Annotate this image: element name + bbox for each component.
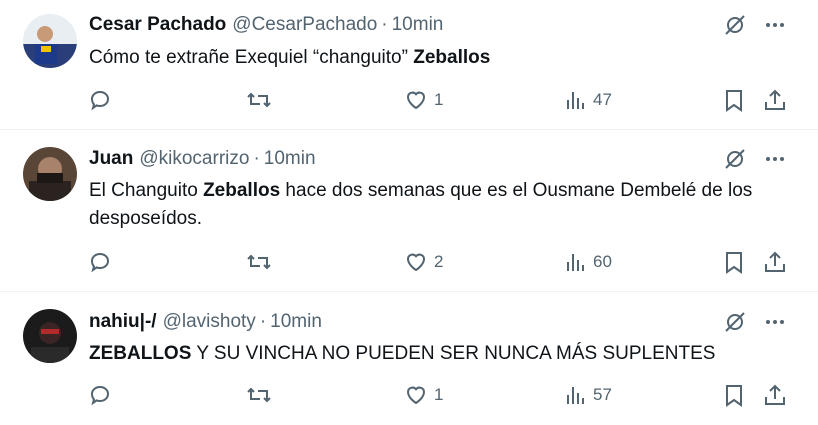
tweet[interactable]: nahiu|-/ @lavishoty · 10min ZEBALLOS Y SU V… xyxy=(0,292,818,425)
views-button[interactable]: 60 xyxy=(565,250,612,274)
retweet-icon xyxy=(247,92,271,108)
reply-icon xyxy=(90,90,110,111)
more-icon[interactable] xyxy=(762,146,788,172)
share-button[interactable] xyxy=(763,88,787,112)
share-icon xyxy=(765,384,785,405)
bookmark-icon xyxy=(726,385,742,407)
tweet-text: Cómo te extrañe Exequiel “changuito” Zeb… xyxy=(89,47,491,68)
views-button[interactable]: 47 xyxy=(565,88,612,112)
author-name[interactable]: Juan xyxy=(89,148,133,169)
bold-mention: Zeballos xyxy=(203,180,281,201)
bold-mention: ZEBALLOS xyxy=(89,343,192,364)
bookmark-button[interactable] xyxy=(723,383,745,407)
retweet-button[interactable] xyxy=(246,250,272,274)
views-icon xyxy=(567,387,584,404)
like-count: 1 xyxy=(434,90,444,109)
tweet-header: Juan @kikocarrizo · 10min xyxy=(89,147,316,171)
tweet-top-icons xyxy=(722,146,788,172)
like-button[interactable]: 1 xyxy=(404,88,443,112)
reply-button[interactable] xyxy=(88,383,112,407)
tweet-header: nahiu|-/ @lavishoty · 10min xyxy=(89,310,322,334)
separator-dot: · xyxy=(259,311,267,332)
tweet[interactable]: Cesar Pachado @CesarPachado · 10min Cómo te… xyxy=(0,0,818,130)
view-count: 47 xyxy=(593,90,612,109)
like-count: 2 xyxy=(434,252,444,271)
view-count: 60 xyxy=(593,252,612,271)
avatar[interactable] xyxy=(23,147,77,201)
views-icon xyxy=(567,92,584,109)
like-icon xyxy=(406,386,426,405)
bookmark-icon xyxy=(726,90,742,112)
share-icon xyxy=(765,89,785,110)
like-button[interactable]: 1 xyxy=(404,383,443,407)
bookmark-button[interactable] xyxy=(723,250,745,274)
bookmark-button[interactable] xyxy=(723,88,745,112)
tweet-top-icons xyxy=(722,309,788,335)
reply-icon xyxy=(90,252,110,273)
share-button[interactable] xyxy=(763,383,787,407)
tweet[interactable]: Juan @kikocarrizo · 10min El Changuito Zeba… xyxy=(0,130,818,292)
tweet-time[interactable]: 10min xyxy=(270,311,322,332)
view-count: 57 xyxy=(593,385,612,404)
separator-dot: · xyxy=(253,148,260,169)
author-handle[interactable]: @kikocarrizo xyxy=(139,148,249,169)
share-button[interactable] xyxy=(763,250,787,274)
grok-icon[interactable] xyxy=(722,146,748,172)
like-button[interactable]: 2 xyxy=(404,250,443,274)
avatar[interactable] xyxy=(23,309,77,363)
like-icon xyxy=(406,91,426,110)
author-name[interactable]: Cesar Pachado xyxy=(89,14,226,35)
grok-icon[interactable] xyxy=(722,12,748,38)
tweet-header: Cesar Pachado @CesarPachado · 10min xyxy=(89,13,443,37)
reply-button[interactable] xyxy=(88,88,112,112)
bold-mention: Zeballos xyxy=(413,47,491,68)
more-icon[interactable] xyxy=(762,12,788,38)
bookmark-icon xyxy=(726,252,742,274)
grok-icon[interactable] xyxy=(722,309,748,335)
retweet-button[interactable] xyxy=(246,383,272,407)
author-name[interactable]: nahiu|-/ xyxy=(89,311,157,332)
more-icon[interactable] xyxy=(762,309,788,335)
retweet-icon xyxy=(247,254,271,270)
separator-dot: · xyxy=(381,14,388,35)
reply-button[interactable] xyxy=(88,250,112,274)
tweet-text: ZEBALLOS Y SU VINCHA NO PUEDEN SER NUNCA… xyxy=(89,343,716,364)
tweet-time[interactable]: 10min xyxy=(392,14,444,35)
avatar[interactable] xyxy=(23,14,77,68)
tweet-time[interactable]: 10min xyxy=(264,148,316,169)
tweet-text: El Changuito Zeballos hace dos semanas q… xyxy=(89,180,753,229)
views-icon xyxy=(567,254,584,271)
retweet-button[interactable] xyxy=(246,88,272,112)
views-button[interactable]: 57 xyxy=(565,383,612,407)
tweet-actions: 2 60 xyxy=(88,248,788,276)
share-icon xyxy=(765,251,785,272)
like-count: 1 xyxy=(434,385,444,404)
author-handle[interactable]: @lavishoty xyxy=(163,311,256,332)
tweet-actions: 1 57 xyxy=(88,381,788,409)
tweet-actions: 1 47 xyxy=(88,86,788,114)
like-icon xyxy=(406,253,426,272)
reply-icon xyxy=(90,385,110,406)
retweet-icon xyxy=(247,387,271,403)
tweet-top-icons xyxy=(722,12,788,38)
author-handle[interactable]: @CesarPachado xyxy=(232,14,377,35)
